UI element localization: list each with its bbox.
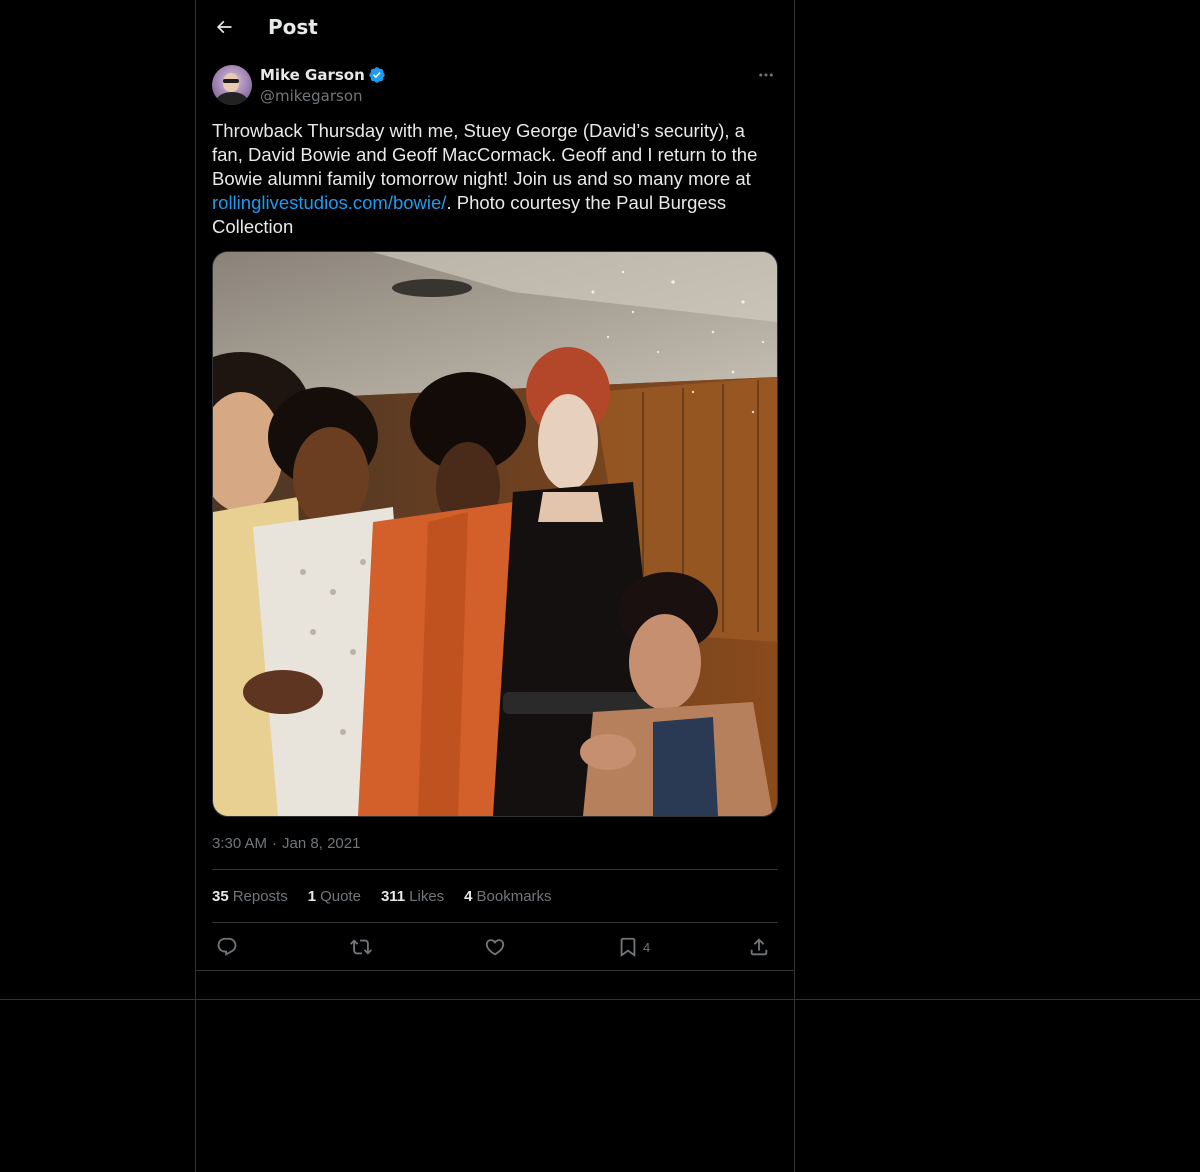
likes-stat[interactable]: 311 Likes <box>381 887 444 907</box>
tweet-text: Throwback Thursday with me, Stuey George… <box>212 119 778 239</box>
tweet-link[interactable]: rollinglivestudios.com/bowie/ <box>212 192 446 213</box>
author-row: Mike Garson @mikegarson <box>212 65 778 107</box>
tweet-photo[interactable] <box>212 251 778 817</box>
repost-icon <box>350 939 372 955</box>
bookmark-count: 4 <box>643 939 651 955</box>
heart-icon <box>485 939 505 956</box>
bookmarks-count: 4 <box>464 888 473 905</box>
bookmarks-stat[interactable]: 4 Bookmarks <box>464 887 551 907</box>
post-column: Post Mike Garson @mikegarson Throwback T… <box>195 0 795 1172</box>
bookmarks-label: Bookmarks <box>476 888 552 905</box>
engagement-stats: 35 Reposts 1 Quote 311 Likes 4 Bookmarks <box>212 887 552 907</box>
verified-badge-icon[interactable] <box>368 66 386 84</box>
likes-count: 311 <box>380 888 406 905</box>
post-bottom-divider <box>196 970 794 971</box>
likes-label: Likes <box>409 888 445 905</box>
reposts-count: 35 <box>212 888 229 905</box>
photo-image <box>213 252 777 816</box>
post-date[interactable]: Jan 8, 2021 <box>282 835 360 852</box>
stats-divider-bottom <box>212 922 778 923</box>
share-icon <box>750 938 768 956</box>
bookmark-icon <box>620 937 636 958</box>
author-name[interactable]: Mike Garson <box>260 65 365 85</box>
more-horizontal-icon <box>759 73 773 77</box>
stats-divider-top <box>212 869 778 870</box>
author-name-row: Mike Garson <box>260 65 386 85</box>
action-bar: 4 <box>212 930 778 964</box>
reposts-label: Reposts <box>232 888 288 905</box>
post-timestamp: 3:30 AM · Jan 8, 2021 <box>212 834 360 854</box>
tweet-text-part: Throwback Thursday with me, Stuey George… <box>212 120 758 189</box>
reply-button[interactable] <box>216 935 238 959</box>
quotes-count: 1 <box>307 888 317 905</box>
quotes-label: Quote <box>320 888 361 905</box>
bookmark-button[interactable]: 4 <box>617 935 650 959</box>
post-header: Post <box>196 0 794 54</box>
back-button[interactable] <box>210 13 238 41</box>
author-handle[interactable]: @mikegarson <box>260 86 363 106</box>
reply-icon <box>217 937 237 956</box>
share-button[interactable] <box>748 935 770 959</box>
post-time[interactable]: 3:30 AM <box>212 835 267 852</box>
page-title: Post <box>268 15 318 39</box>
more-options-button[interactable] <box>754 65 778 85</box>
quotes-stat[interactable]: 1 Quote <box>308 887 361 907</box>
meta-separator: · <box>272 835 278 852</box>
page: Post Mike Garson @mikegarson Throwback T… <box>0 0 1200 1172</box>
like-button[interactable] <box>484 935 506 959</box>
avatar[interactable] <box>212 65 252 105</box>
repost-button[interactable] <box>350 935 372 959</box>
reposts-stat[interactable]: 35 Reposts <box>212 887 288 907</box>
arrow-left-icon <box>216 20 232 34</box>
